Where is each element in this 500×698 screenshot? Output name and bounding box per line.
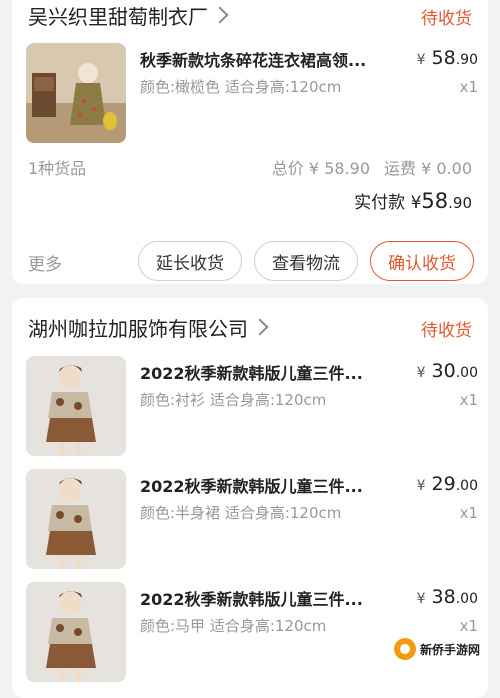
product-quantity: x1 [459,617,478,635]
price-integer: 38 [431,586,456,608]
shop-header[interactable]: 吴兴织里甜萄制衣厂 [28,0,229,30]
price-integer: 29 [431,473,456,495]
price-decimal: .00 [455,478,478,494]
product-price: ¥ 29.00 [417,473,478,495]
product-thumbnail[interactable] [26,43,126,143]
currency-symbol: ¥ [416,52,426,68]
price-integer: 58 [431,47,456,69]
shop-name[interactable]: 吴兴织里甜萄制衣厂 [28,1,208,30]
product-title: 2022秋季新款韩版儿童三件... [140,364,363,383]
order-item[interactable]: 2022秋季新款韩版儿童三件... 颜色:半身裙 适合身高:120cm ¥ 29… [26,469,478,569]
price-decimal: .00 [455,591,478,607]
paid-amount: 实付款 ¥58.90 [354,188,472,213]
product-title: 2022秋季新款韩版儿童三件... [140,590,363,609]
site-watermark: 新侨手游网 [394,637,494,661]
price-decimal: .90 [455,52,478,68]
product-title: 2022秋季新款韩版儿童三件... [140,477,363,496]
chevron-right-icon [211,6,229,24]
order-summary: 总价 ¥ 58.90 运费 ¥ 0.00 [258,155,472,179]
product-spec: 颜色:橄榄色 适合身高:120cm [140,78,342,96]
product-quantity: x1 [459,78,478,96]
watermark-logo-icon [394,638,416,660]
product-title: 秋季新款坑条碎花连衣裙高领... [140,51,367,70]
shop-name[interactable]: 湖州咖拉加服饰有限公司 [28,313,248,342]
order-status: 待收货 [421,321,472,341]
paid-decimal: .90 [448,194,472,212]
order-item[interactable]: 2022秋季新款韩版儿童三件... 颜色:马甲 适合身高:120cm ¥ 38.… [26,582,478,682]
product-price: ¥ 58.90 [417,47,478,69]
product-thumbnail[interactable] [26,356,126,456]
order-card: 吴兴织里甜萄制衣厂 待收货 秋季新款坑条碎花连衣裙高领... 颜色:橄榄色 适合… [12,0,488,284]
product-quantity: x1 [459,391,478,409]
total-price: 总价 ¥ 58.90 [271,159,371,178]
watermark-text: 新侨手游网 [420,642,481,657]
order-status: 待收货 [421,9,472,29]
paid-integer: 58 [421,189,449,213]
order-item[interactable]: 2022秋季新款韩版儿童三件... 颜色:衬衫 适合身高:120cm ¥ 30.… [26,356,478,456]
price-decimal: .00 [455,365,478,381]
product-thumbnail[interactable] [26,582,126,682]
shipping-fee: 运费 ¥ 0.00 [384,159,472,178]
shop-header[interactable]: 湖州咖拉加服饰有限公司 [28,312,269,342]
extend-receipt-button[interactable]: 延长收货 [138,241,242,281]
confirm-receipt-button[interactable]: 确认收货 [370,241,474,281]
product-price: ¥ 38.00 [417,586,478,608]
product-quantity: x1 [459,504,478,522]
paid-label: 实付款 ¥ [354,193,422,213]
product-spec: 颜色:衬衫 适合身高:120cm [140,391,327,409]
chevron-right-icon [251,318,269,336]
price-integer: 30 [431,360,456,382]
order-item[interactable]: 秋季新款坑条碎花连衣裙高领... 颜色:橄榄色 适合身高:120cm ¥ 58.… [26,43,478,143]
more-link[interactable]: 更多 [28,250,62,275]
product-spec: 颜色:半身裙 适合身高:120cm [140,504,342,522]
currency-symbol: ¥ [416,591,426,607]
currency-symbol: ¥ [416,478,426,494]
product-thumbnail[interactable] [26,469,126,569]
currency-symbol: ¥ [416,365,426,381]
item-count: 1种货品 [28,159,87,178]
product-spec: 颜色:马甲 适合身高:120cm [140,617,327,635]
view-logistics-button[interactable]: 查看物流 [254,241,358,281]
product-price: ¥ 30.00 [417,360,478,382]
